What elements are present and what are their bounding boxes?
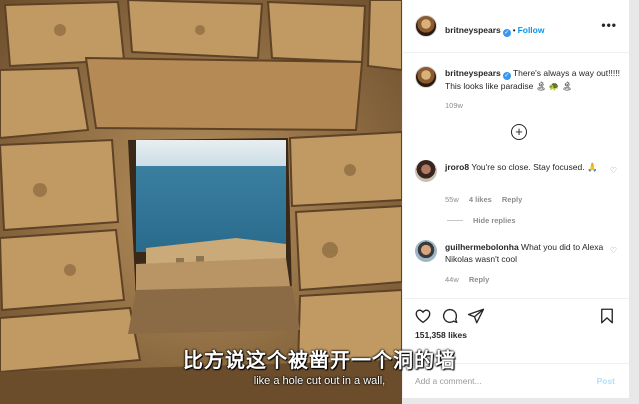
caption-age[interactable]: 109w xyxy=(445,101,463,110)
comment-heart-icon[interactable]: ♡ xyxy=(610,246,617,255)
comment-username[interactable]: jroro8 xyxy=(445,162,469,172)
comment: guilhermebolonha What you did to Alexa N… xyxy=(445,241,605,265)
reply-button[interactable]: Reply xyxy=(502,195,522,204)
reply-button[interactable]: Reply xyxy=(469,275,489,284)
likes-count[interactable]: 151,358 likes xyxy=(415,330,467,340)
more-icon[interactable]: ••• xyxy=(601,18,617,32)
verified-icon: ✓ xyxy=(502,29,511,37)
divider xyxy=(447,220,463,221)
comment-likes[interactable]: 4 likes xyxy=(469,195,492,204)
subtitle-english: like a hole cut out in a wall, xyxy=(253,375,386,387)
post-header: britneyspears ✓ • Follow ••• xyxy=(403,0,629,53)
comment-username[interactable]: guilhermebolonha xyxy=(445,242,519,252)
author-avatar[interactable] xyxy=(415,15,437,37)
video-frame: britneyspears ✓ • Follow ••• britneyspears ✓… xyxy=(0,0,639,404)
follow-button[interactable]: Follow xyxy=(518,25,545,35)
author-username[interactable]: britneyspears xyxy=(445,25,501,35)
comment-icon[interactable] xyxy=(441,307,459,325)
comment-age[interactable]: 55w xyxy=(445,195,459,204)
comment-meta: 55w 4 likes Reply xyxy=(445,195,522,204)
subtitle-chinese: 比方说这个被凿开一个洞的墙 xyxy=(183,350,456,372)
share-icon[interactable] xyxy=(467,307,485,325)
comment: jroro8 You're so close. Stay focused. 🙏 xyxy=(445,161,605,173)
hide-replies-button[interactable]: Hide replies xyxy=(473,216,516,225)
comment-heart-icon[interactable]: ♡ xyxy=(610,166,617,175)
heart-icon[interactable] xyxy=(414,307,432,325)
comment-avatar[interactable] xyxy=(415,240,437,262)
post-sidebar: britneyspears ✓ • Follow ••• britneyspears ✓… xyxy=(402,0,629,398)
comment-age[interactable]: 44w xyxy=(445,275,459,284)
comment-meta: 44w Reply xyxy=(445,275,489,284)
add-circle-icon[interactable]: + xyxy=(511,124,527,140)
caption-username[interactable]: britneyspears xyxy=(445,68,501,78)
comment-avatar[interactable] xyxy=(415,160,437,182)
comment-text: You're so close. Stay focused. 🙏 xyxy=(471,162,598,172)
bookmark-icon[interactable] xyxy=(598,307,616,325)
caption-avatar[interactable] xyxy=(415,66,437,88)
verified-icon: ✓ xyxy=(502,72,511,80)
caption: britneyspears ✓ There's always a way out!… xyxy=(445,67,625,92)
separator-dot: • xyxy=(512,26,516,35)
